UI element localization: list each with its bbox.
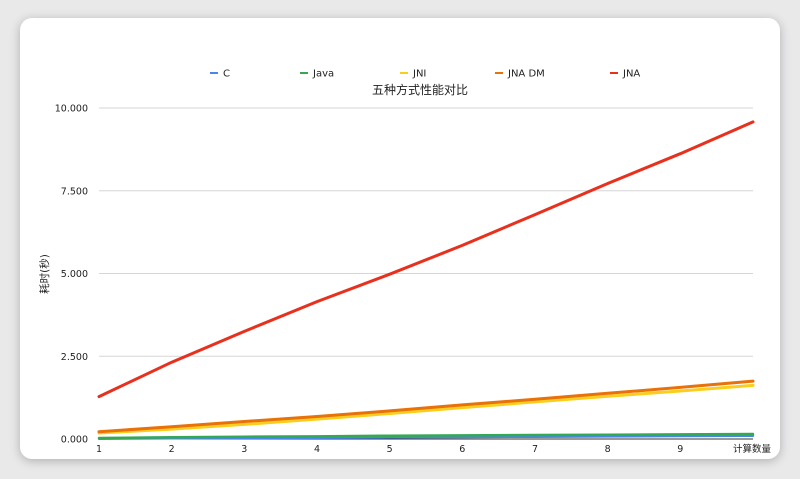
x-tick-label-3: 4	[314, 444, 320, 455]
x-axis-label: 计算数量	[733, 443, 772, 455]
x-tick-label-5: 6	[459, 444, 465, 455]
y-tick-label-0: 0.000	[61, 435, 88, 446]
x-tick-label-2: 3	[241, 444, 247, 455]
y-axis-label: 耗时(秒)	[38, 254, 51, 294]
series-lines	[97, 120, 755, 440]
x-tick-label-6: 7	[532, 444, 538, 455]
series-line-jna-dm	[97, 379, 755, 434]
legend-label-3: JNA DM	[507, 69, 545, 80]
series-line-jna	[97, 120, 755, 399]
x-tick-label-8: 9	[677, 444, 683, 455]
x-tick-label-0: 1	[96, 444, 102, 455]
legend: C Java JNI JNA DM JNA	[210, 69, 640, 80]
legend-label-4: JNA	[622, 69, 640, 80]
x-tick-label-4: 5	[387, 444, 393, 455]
legend-label-0: C	[223, 69, 230, 80]
x-tick-label-7: 8	[605, 444, 611, 455]
y-tick-label-4: 10.000	[55, 104, 88, 115]
legend-label-2: JNI	[412, 69, 426, 80]
legend-label-1: Java	[312, 69, 334, 80]
x-tick-label-1: 2	[169, 444, 175, 455]
x-axis-ticks: 1 2 3 4 5 6 7 8 9	[96, 444, 683, 455]
y-tick-label-3: 7.500	[61, 186, 88, 197]
chart-card: C Java JNI JNA DM JNA 五种方式性能对比 0.000 2.500 5.0…	[20, 18, 780, 459]
y-tick-label-2: 5.000	[61, 269, 88, 280]
chart-title: 五种方式性能对比	[372, 82, 468, 97]
y-axis-ticks: 0.000 2.500 5.000 7.500 10.000	[55, 104, 88, 446]
line-chart: C Java JNI JNA DM JNA 五种方式性能对比 0.000 2.500 5.0…	[38, 69, 772, 456]
y-tick-label-1: 2.500	[61, 352, 88, 363]
